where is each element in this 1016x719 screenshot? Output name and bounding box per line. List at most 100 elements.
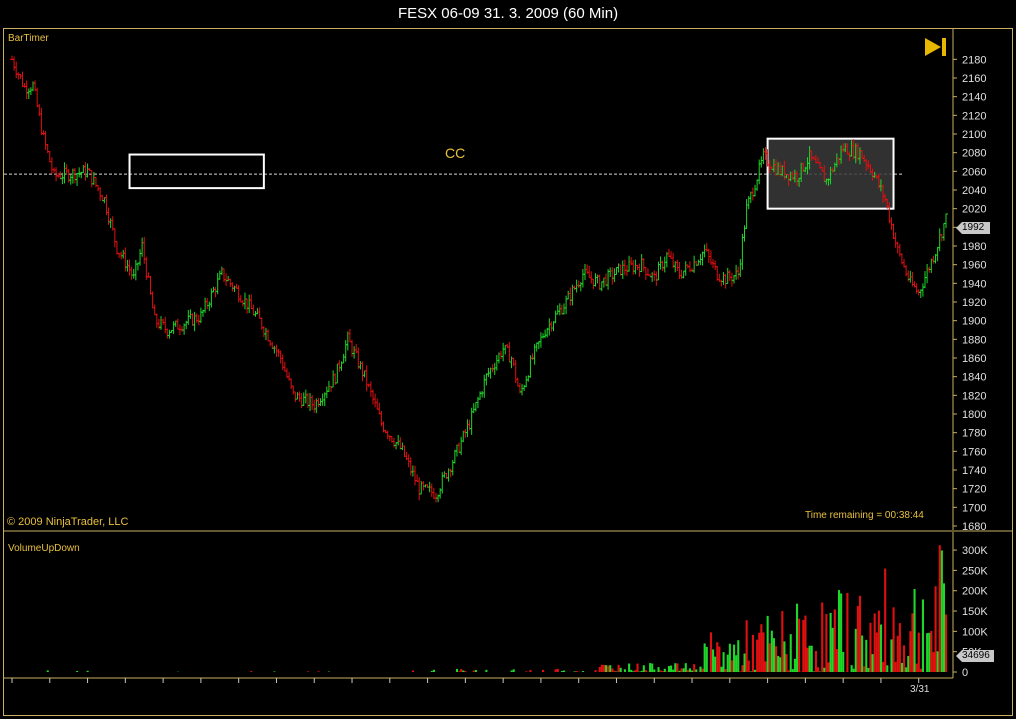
volume-bar-436 bbox=[926, 633, 929, 672]
price-bar-59 bbox=[133, 259, 138, 281]
price-bar-339 bbox=[721, 272, 726, 285]
price-bar-79 bbox=[175, 318, 180, 330]
volume-bar-215 bbox=[462, 670, 465, 672]
chart-canvas[interactable]: 2180216021402120210020802060204020202000… bbox=[0, 0, 1016, 719]
price-bar-278 bbox=[593, 273, 598, 287]
volume-indicator-label: VolumeUpDown bbox=[8, 543, 80, 554]
volume-bar-298 bbox=[636, 663, 639, 672]
price-bar-311 bbox=[662, 256, 667, 273]
price-bar-341 bbox=[725, 267, 730, 284]
price-bar-287 bbox=[612, 268, 617, 282]
price-bar-320 bbox=[681, 270, 686, 279]
price-bar-111 bbox=[242, 292, 247, 310]
price-bar-89 bbox=[196, 314, 201, 326]
volume-bar-420 bbox=[892, 607, 895, 672]
price-bar-75 bbox=[167, 329, 172, 339]
volume-bar-408 bbox=[867, 667, 870, 672]
volume-bar-392 bbox=[833, 609, 836, 672]
volume-bar-125 bbox=[273, 671, 276, 672]
price-bar-183 bbox=[394, 442, 399, 450]
volume-bar-141 bbox=[306, 671, 310, 672]
price-bar-68 bbox=[152, 304, 157, 316]
price-bar-348 bbox=[740, 233, 745, 270]
price-bar-28 bbox=[68, 174, 73, 185]
price-bar-214 bbox=[459, 436, 464, 456]
price-bar-221 bbox=[473, 402, 478, 412]
price-bar-3 bbox=[16, 72, 21, 80]
consolidation-box-left[interactable] bbox=[128, 153, 265, 190]
volume-bar-445 bbox=[945, 614, 948, 672]
price-bar-163 bbox=[352, 346, 357, 359]
volume-bar-286 bbox=[611, 668, 614, 672]
price-bar-297 bbox=[633, 259, 638, 275]
price-bar-231 bbox=[494, 355, 499, 371]
price-bar-179 bbox=[385, 430, 390, 440]
volume-bar-378 bbox=[804, 615, 807, 672]
price-bar-301 bbox=[641, 258, 646, 272]
volume-tick-label-3: 150K bbox=[962, 606, 988, 618]
price-tick-label-13: 1920 bbox=[962, 297, 986, 309]
price-bar-54 bbox=[123, 247, 128, 272]
price-bar-292 bbox=[622, 259, 627, 276]
volume-bar-345 bbox=[735, 655, 738, 672]
price-bar-61 bbox=[138, 249, 143, 266]
price-bar-241 bbox=[515, 377, 520, 387]
volume-bar-437 bbox=[928, 632, 931, 672]
price-tick-label-11: 1960 bbox=[962, 260, 986, 272]
price-bar-144 bbox=[312, 399, 317, 413]
price-bar-139 bbox=[301, 392, 306, 406]
volume-bar-324 bbox=[691, 670, 694, 672]
price-bar-86 bbox=[190, 313, 195, 326]
volume-bar-375 bbox=[798, 618, 801, 672]
price-bar-442 bbox=[937, 228, 942, 252]
price-bar-100 bbox=[219, 266, 224, 276]
price-bar-138 bbox=[299, 393, 304, 409]
volume-bar-305 bbox=[651, 663, 654, 672]
price-bar-282 bbox=[601, 277, 606, 288]
price-tick-label-5: 2080 bbox=[962, 148, 986, 160]
volume-bar-308 bbox=[657, 667, 660, 672]
volume-bar-367 bbox=[781, 611, 784, 672]
volume-bar-269 bbox=[575, 671, 578, 672]
price-bar-330 bbox=[702, 244, 707, 258]
price-bar-441 bbox=[935, 246, 940, 262]
price-bar-356 bbox=[757, 159, 762, 185]
price-bar-103 bbox=[226, 275, 231, 282]
volume-bar-343 bbox=[730, 660, 734, 672]
price-bar-169 bbox=[364, 365, 369, 392]
volume-bar-350 bbox=[745, 620, 748, 672]
volume-bar-372 bbox=[791, 669, 794, 672]
price-bar-114 bbox=[249, 294, 254, 310]
volume-bar-364 bbox=[774, 646, 778, 672]
price-bar-220 bbox=[471, 403, 476, 414]
volume-bar-434 bbox=[921, 599, 925, 672]
price-bar-53 bbox=[121, 249, 126, 259]
skip-to-end-icon[interactable] bbox=[925, 38, 946, 56]
price-bar-262 bbox=[559, 304, 564, 315]
price-bar-99 bbox=[217, 270, 222, 280]
price-bar-184 bbox=[396, 435, 401, 446]
price-bar-112 bbox=[245, 298, 250, 314]
price-bar-113 bbox=[247, 294, 252, 314]
volume-bar-114 bbox=[250, 671, 253, 672]
price-bar-29 bbox=[70, 168, 75, 184]
volume-bar-247 bbox=[529, 670, 532, 672]
volume-bar-373 bbox=[793, 658, 796, 672]
price-bar-26 bbox=[64, 164, 69, 175]
volume-bar-328 bbox=[699, 666, 702, 672]
volume-bar-31 bbox=[76, 670, 79, 672]
volume-bar-191 bbox=[411, 670, 414, 672]
price-bar-130 bbox=[282, 361, 287, 372]
price-bar-123 bbox=[268, 340, 273, 347]
price-bar-254 bbox=[543, 329, 548, 339]
volume-bar-333 bbox=[709, 632, 713, 672]
volume-bar-409 bbox=[869, 622, 872, 672]
volume-bar-358 bbox=[762, 632, 765, 672]
price-bar-265 bbox=[566, 290, 571, 300]
price-bar-306 bbox=[652, 270, 657, 281]
price-bar-258 bbox=[551, 321, 556, 332]
price-bar-345 bbox=[734, 264, 739, 280]
volume-bar-329 bbox=[701, 668, 704, 672]
price-bar-223 bbox=[478, 391, 483, 400]
price-tick-label-2: 2140 bbox=[962, 92, 986, 104]
